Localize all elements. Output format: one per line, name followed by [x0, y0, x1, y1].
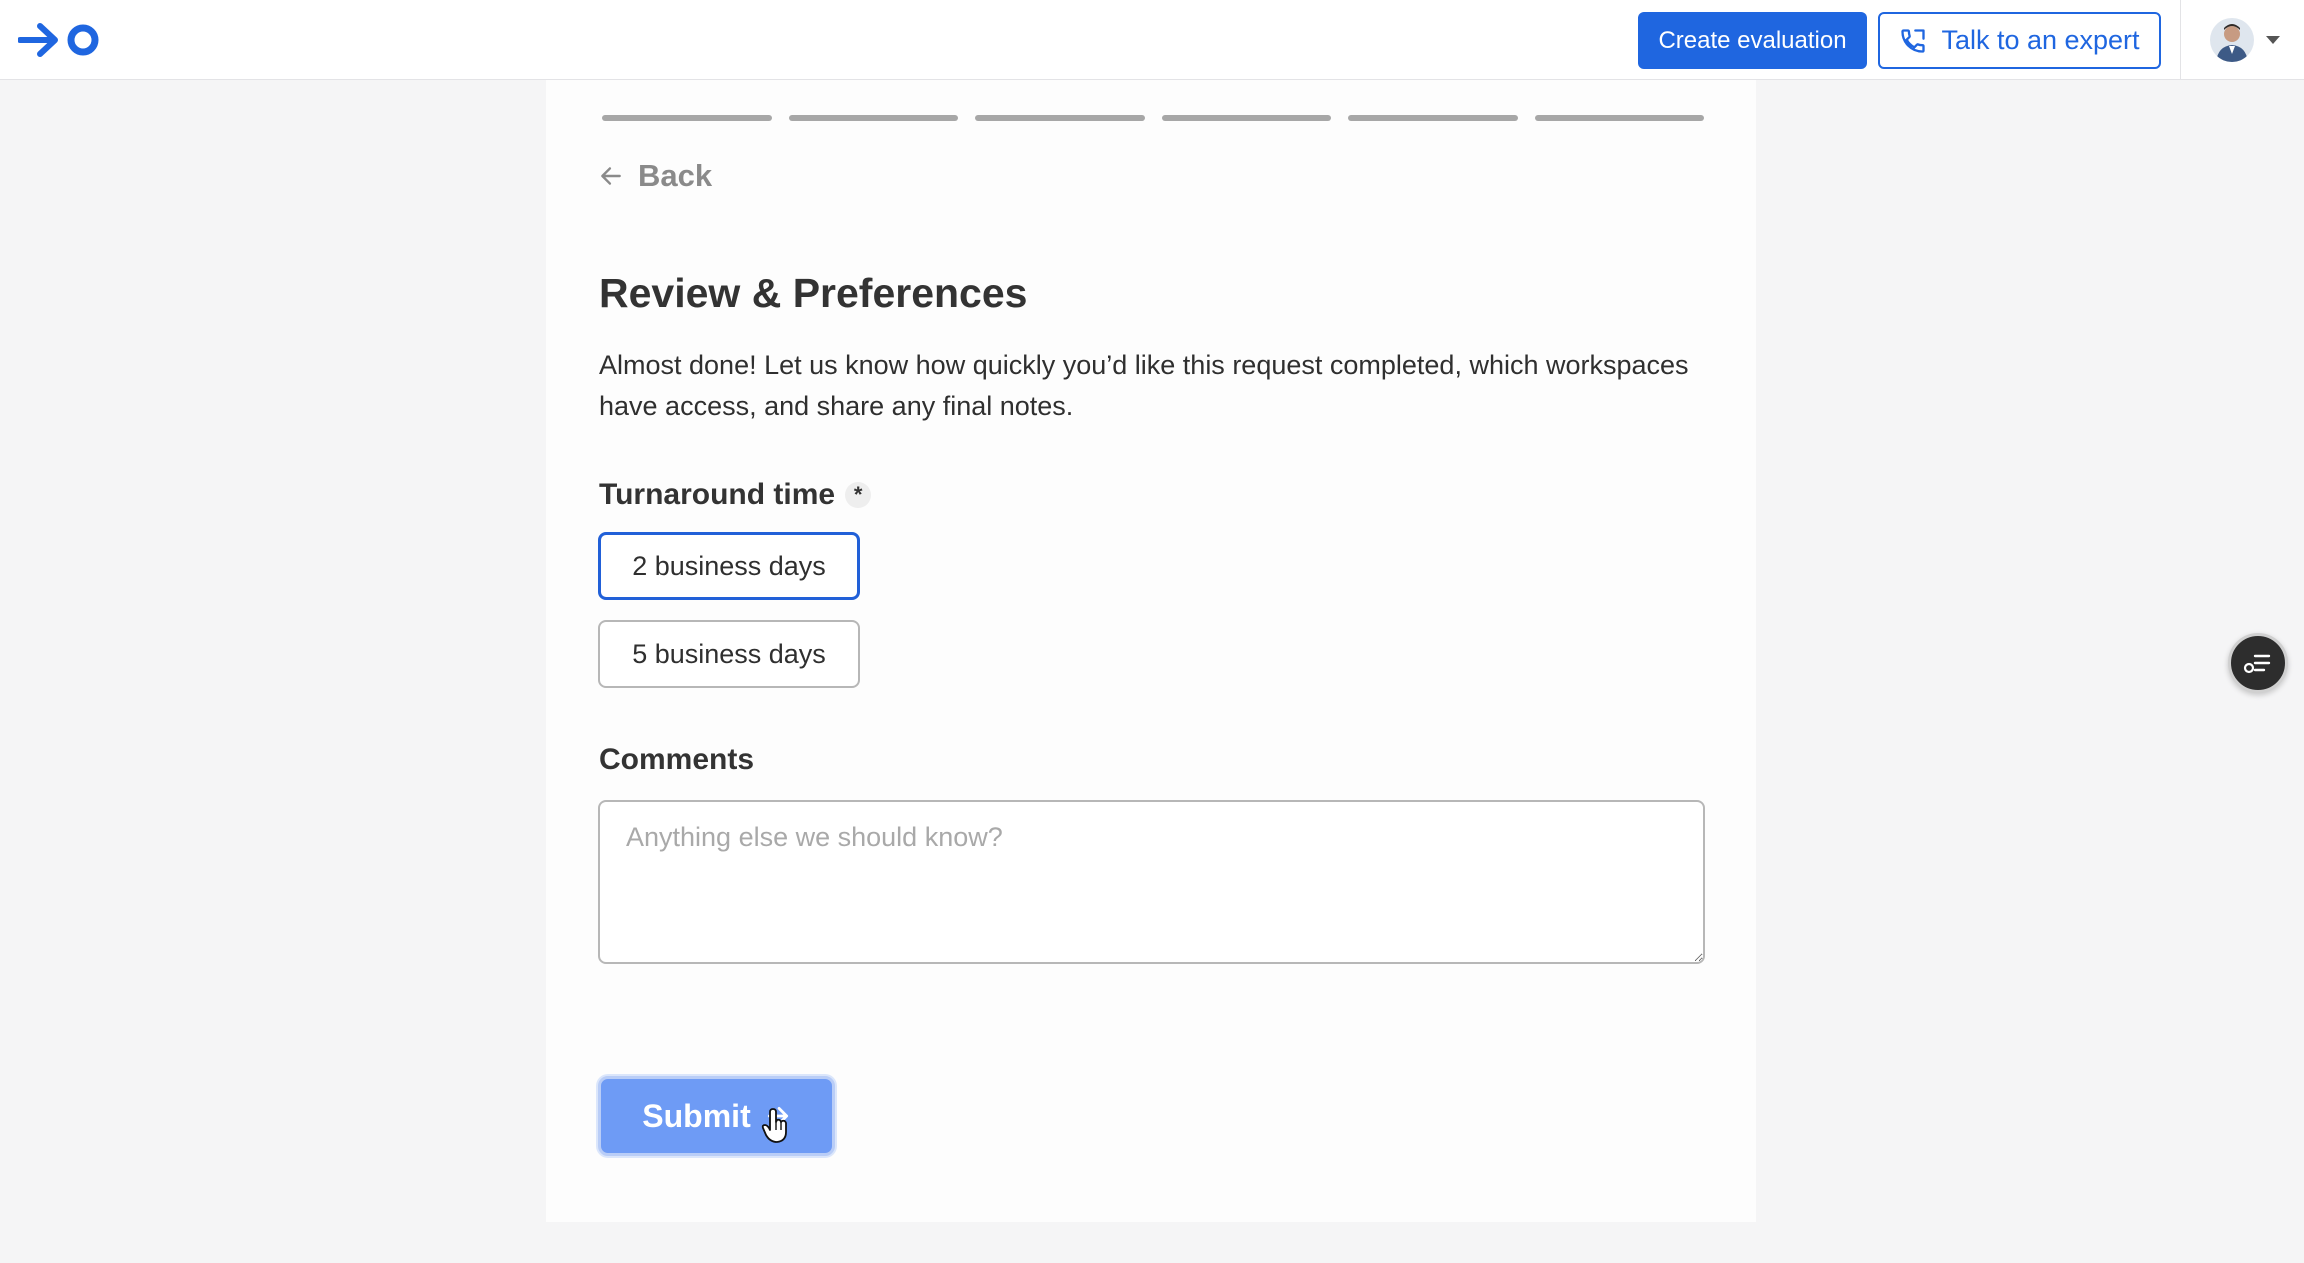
top-bar: Create evaluation Talk to an expert: [0, 0, 2304, 80]
turnaround-label: Turnaround time *: [599, 478, 872, 512]
progress-step: [602, 115, 772, 121]
required-badge: *: [845, 482, 872, 508]
comments-label: Comments: [599, 743, 755, 776]
task-list-icon: [2243, 654, 2271, 674]
progress-steps: [602, 115, 1704, 121]
submit-button[interactable]: Submit: [598, 1076, 835, 1156]
turnaround-option-5-days[interactable]: 5 business days: [598, 620, 860, 688]
phone-icon: [1901, 28, 1926, 53]
talk-to-expert-label: Talk to an expert: [1941, 25, 2140, 55]
task-list-button[interactable]: [2228, 633, 2288, 693]
comments-textarea[interactable]: [598, 800, 1705, 964]
page-description: Almost done! Let us know how quickly you…: [599, 350, 1689, 421]
progress-step: [975, 115, 1145, 121]
back-label: Back: [638, 158, 713, 193]
page-title: Review & Preferences: [599, 270, 1028, 316]
progress-step: [1534, 115, 1704, 121]
user-avatar[interactable]: [2210, 18, 2254, 62]
form-card: Back Review & Preferences Almost done! L…: [546, 80, 1756, 1222]
arrow-left-icon: [601, 167, 621, 185]
create-evaluation-button[interactable]: Create evaluation: [1638, 12, 1867, 69]
progress-step: [788, 115, 958, 121]
talk-to-expert-button[interactable]: Talk to an expert: [1878, 12, 2161, 69]
back-link[interactable]: Back: [598, 156, 712, 196]
progress-step: [1348, 115, 1518, 121]
turnaround-label-text: Turnaround time: [599, 478, 836, 511]
chevron-down-icon[interactable]: [2266, 36, 2280, 44]
hand-cursor-icon: [761, 1108, 787, 1143]
turnaround-option-2-days[interactable]: 2 business days: [598, 532, 860, 600]
submit-label: Submit: [642, 1097, 751, 1134]
arrow-ring-logo-icon[interactable]: [18, 18, 104, 62]
progress-step: [1161, 115, 1331, 121]
topbar-divider: [2180, 0, 2181, 80]
